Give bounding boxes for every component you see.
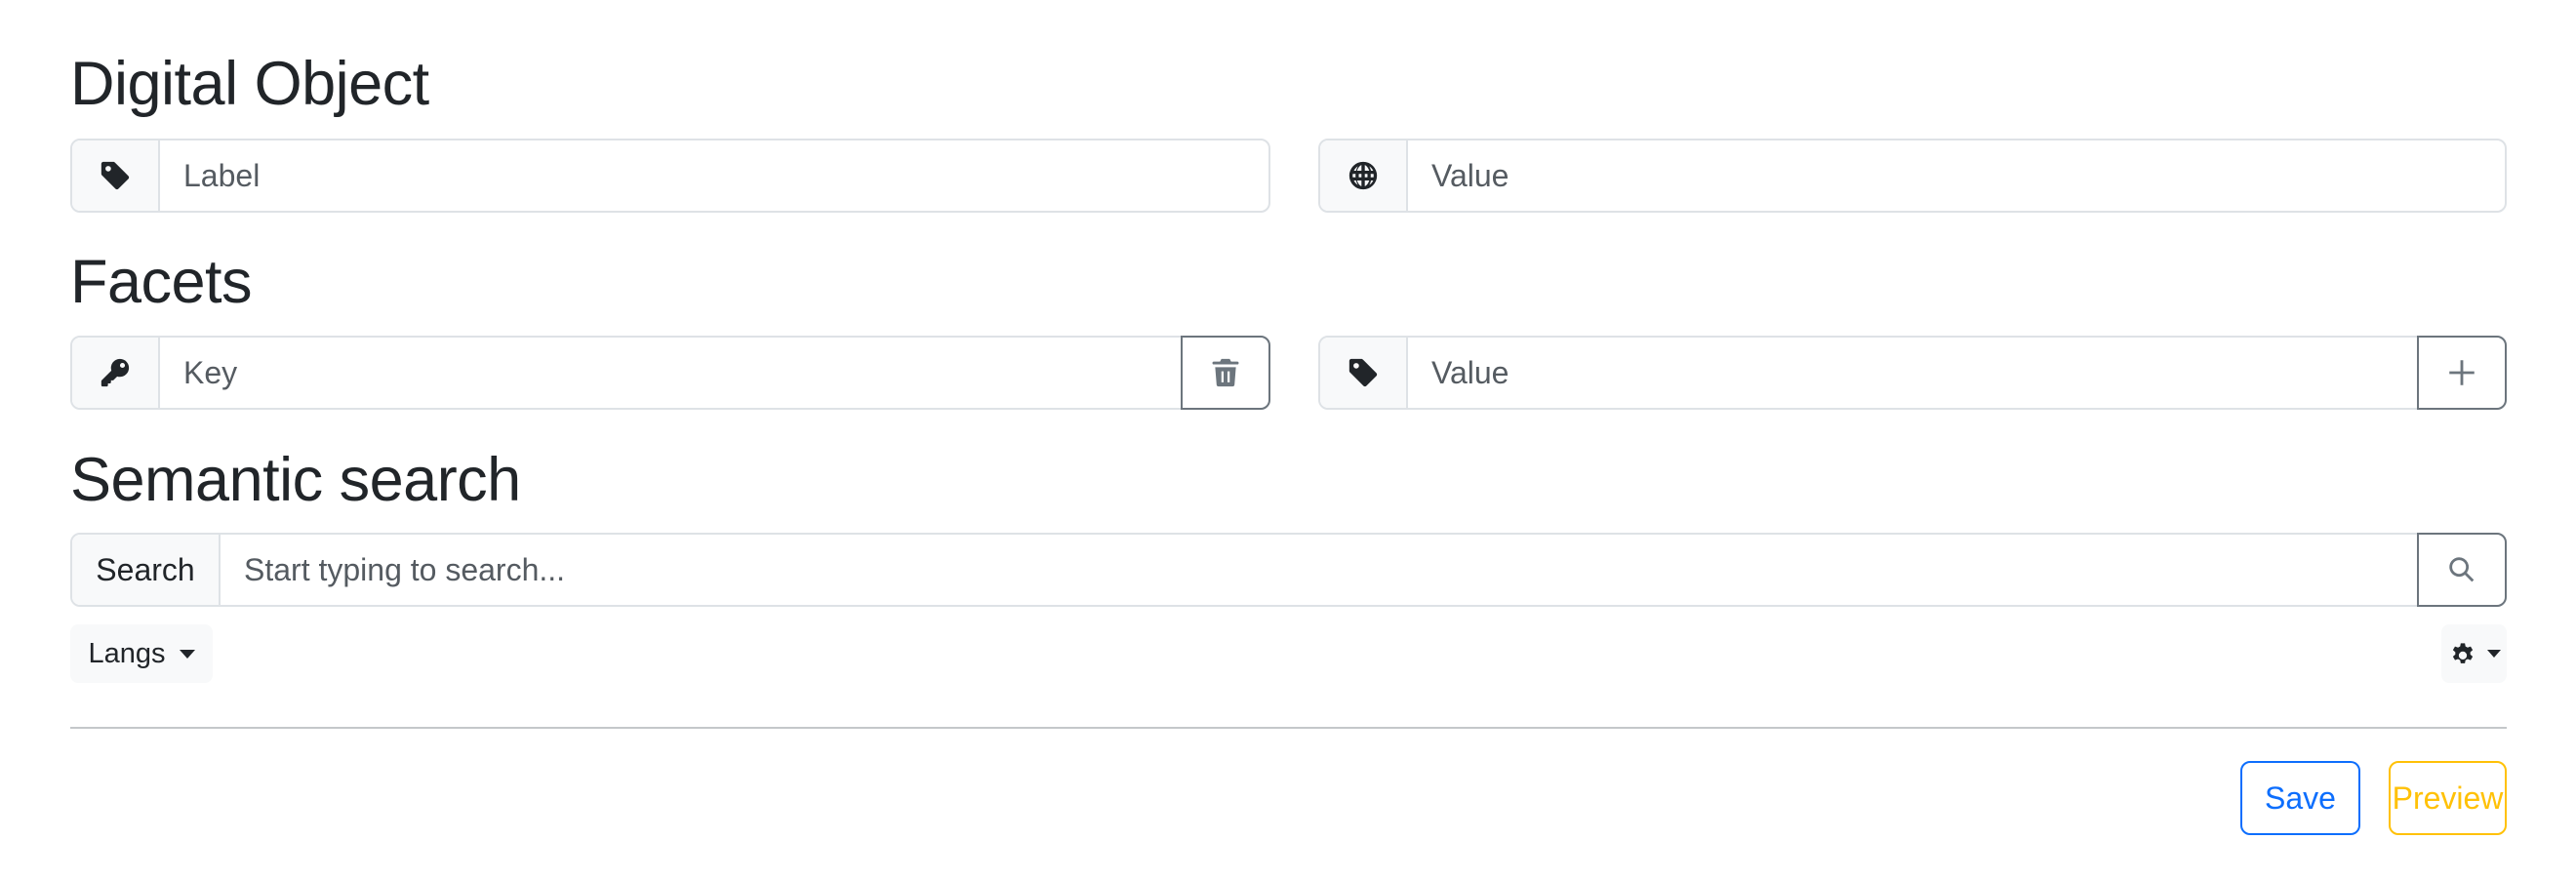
digital-object-heading: Digital Object: [70, 50, 429, 118]
chevron-down-icon: [2486, 650, 2501, 658]
semantic-search-group: Search: [70, 533, 2507, 607]
facet-value-input[interactable]: [1408, 338, 2417, 408]
search-addon-label: Search: [72, 535, 221, 605]
value-input[interactable]: [1408, 140, 2505, 211]
facet-key-group: [70, 336, 1270, 410]
plus-icon: [2445, 356, 2478, 389]
search-button[interactable]: [2417, 533, 2507, 607]
key-icon: [72, 338, 160, 408]
facet-value-group: [1318, 336, 2507, 410]
langs-dropdown[interactable]: Langs: [70, 624, 213, 683]
tag-icon: [1320, 338, 1408, 408]
facet-key-input[interactable]: [160, 338, 1181, 408]
langs-label: Langs: [88, 637, 166, 669]
search-icon: [2445, 553, 2478, 586]
label-input[interactable]: [160, 140, 1268, 211]
semantic-search-input[interactable]: [221, 535, 2417, 605]
gear-icon: [2448, 639, 2477, 668]
semantic-search-heading: Semantic search: [70, 446, 521, 514]
label-input-group: [70, 139, 1270, 213]
form-page: Digital Object Facets: [70, 0, 2507, 880]
delete-facet-button[interactable]: [1181, 336, 1270, 410]
facets-heading: Facets: [70, 248, 253, 316]
add-facet-button[interactable]: [2417, 336, 2507, 410]
divider: [70, 727, 2507, 729]
settings-dropdown[interactable]: [2441, 624, 2507, 683]
trash-icon: [1209, 356, 1242, 389]
chevron-down-icon: [179, 649, 195, 659]
tag-icon: [72, 140, 160, 211]
globe-icon: [1320, 140, 1408, 211]
value-input-group: [1318, 139, 2507, 213]
preview-button[interactable]: Preview: [2389, 761, 2507, 835]
save-button[interactable]: Save: [2240, 761, 2360, 835]
